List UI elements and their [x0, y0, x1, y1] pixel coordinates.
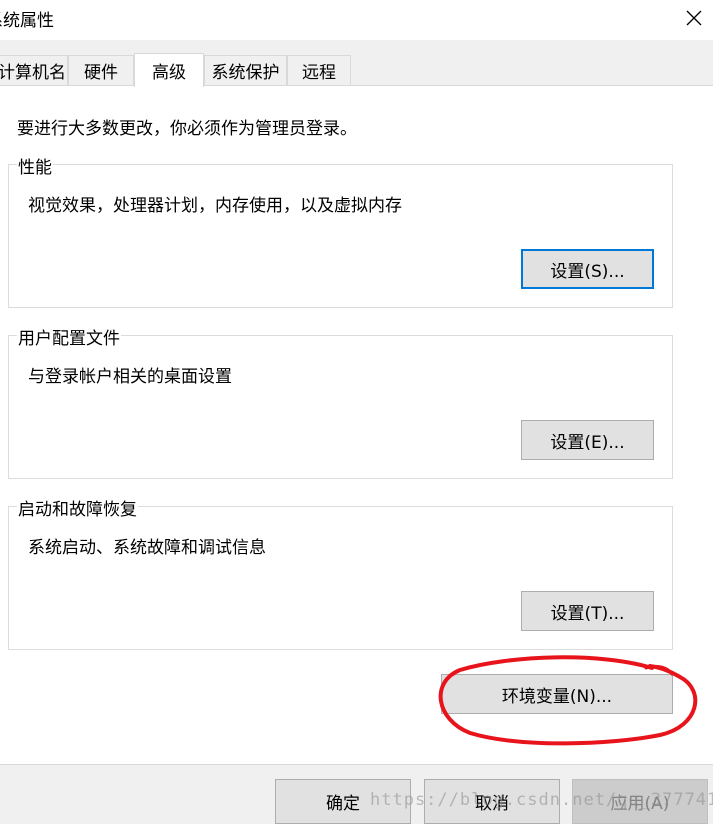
- performance-legend: 性能: [17, 153, 53, 178]
- user-profiles-group: 用户配置文件 与登录帐户相关的桌面设置 设置(E)...: [8, 324, 673, 479]
- tab-advanced[interactable]: 高级: [134, 53, 204, 87]
- user-profiles-legend: 用户配置文件: [17, 324, 121, 349]
- startup-recovery-legend: 启动和故障恢复: [17, 495, 138, 520]
- title-bar: 系统属性: [0, 0, 713, 40]
- startup-recovery-group: 启动和故障恢复 系统启动、系统故障和调试信息 设置(T)...: [8, 495, 673, 650]
- user-profiles-description: 与登录帐户相关的桌面设置: [28, 367, 232, 387]
- tab-hardware[interactable]: 硬件: [68, 55, 134, 85]
- performance-group: 性能 视觉效果，处理器计划，内存使用，以及虚拟内存 设置(S)...: [8, 153, 673, 308]
- advanced-tab-panel: 要进行大多数更改，你必须作为管理员登录。 性能 视觉效果，处理器计划，内存使用，…: [0, 85, 713, 765]
- ok-button[interactable]: 确定: [275, 779, 411, 824]
- tab-computer-name[interactable]: 计算机名: [0, 55, 68, 85]
- cancel-button[interactable]: 取消: [424, 779, 560, 824]
- close-icon: [686, 10, 701, 26]
- admin-notice: 要进行大多数更改，你必须作为管理员登录。: [17, 119, 357, 139]
- window-title: 系统属性: [0, 11, 54, 31]
- startup-recovery-settings-button[interactable]: 设置(T)...: [521, 591, 654, 631]
- environment-variables-button[interactable]: 环境变量(N)...: [441, 674, 673, 714]
- tab-strip: 计算机名 硬件 高级 系统保护 远程: [0, 53, 713, 87]
- tab-remote[interactable]: 远程: [287, 55, 351, 85]
- tab-system-protection[interactable]: 系统保护: [204, 55, 287, 85]
- close-button[interactable]: [674, 0, 713, 36]
- startup-recovery-description: 系统启动、系统故障和调试信息: [28, 538, 266, 558]
- apply-button[interactable]: 应用(A): [572, 779, 708, 824]
- performance-description: 视觉效果，处理器计划，内存使用，以及虚拟内存: [28, 196, 402, 216]
- system-properties-window: 系统属性 计算机名 硬件 高级 系统保护 远程 要进行大多数更改，你必须作为管理…: [0, 0, 713, 824]
- performance-settings-button[interactable]: 设置(S)...: [521, 249, 654, 289]
- user-profiles-settings-button[interactable]: 设置(E)...: [521, 420, 654, 460]
